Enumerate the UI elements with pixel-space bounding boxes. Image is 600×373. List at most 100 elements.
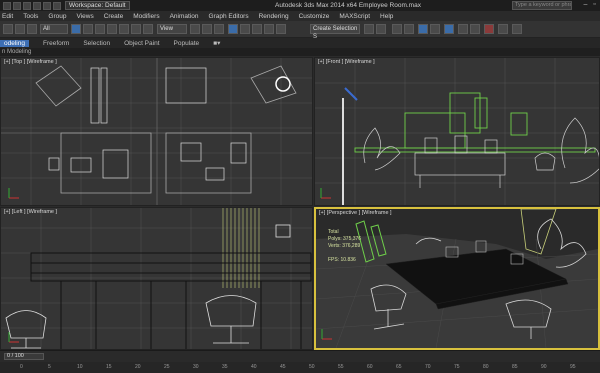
statistics-overlay: Total Polys: 375,376 Verts: 376,289 FPS:…: [328, 229, 361, 264]
tick-label: 70: [425, 364, 431, 370]
viewport-perspective-label[interactable]: [+] [Perspective ] [Wireframe ]: [319, 210, 392, 216]
pivot-center-icon[interactable]: [190, 24, 200, 34]
menu-tools[interactable]: Tools: [23, 13, 38, 20]
time-slider[interactable]: 0 / 100: [4, 353, 44, 360]
search-input[interactable]: Type a keyword or phrase: [512, 1, 572, 10]
menu-help[interactable]: Help: [380, 13, 393, 20]
tick-label: 95: [570, 364, 576, 370]
tick-label: 45: [280, 364, 286, 370]
link-icon[interactable]: [15, 24, 25, 34]
new-file-icon[interactable]: [13, 1, 21, 10]
tick-label: 15: [106, 364, 112, 370]
viewport-front[interactable]: [+] [Front ] [Wireframe ]: [314, 57, 600, 206]
stats-total-label: Total: [328, 229, 339, 235]
edit-named-selection-icon[interactable]: [276, 24, 286, 34]
open-file-icon[interactable]: [23, 1, 31, 10]
tab-object-paint[interactable]: Object Paint: [124, 40, 173, 47]
rect-selection-icon[interactable]: [95, 24, 105, 34]
select-by-name-icon[interactable]: [83, 24, 93, 34]
window-crossing-icon[interactable]: [107, 24, 117, 34]
tab-freeform[interactable]: Freeform: [43, 40, 83, 47]
tick-label: 50: [309, 364, 315, 370]
tick-label: 65: [396, 364, 402, 370]
menu-animation[interactable]: Animation: [170, 13, 199, 20]
undo-icon[interactable]: [43, 1, 51, 10]
render-setup-icon[interactable]: [458, 24, 468, 34]
redo-icon[interactable]: [53, 1, 61, 10]
scale-icon[interactable]: [143, 24, 153, 34]
stats-fps-value: 10.836: [340, 257, 356, 263]
render-iterative-icon[interactable]: [498, 24, 508, 34]
snaps-toggle-icon[interactable]: [228, 24, 238, 34]
tick-label: 80: [483, 364, 489, 370]
mirror-icon[interactable]: [364, 24, 374, 34]
tick-label: 5: [48, 364, 51, 370]
viewport-top-label[interactable]: [+] [Top ] [Wireframe ]: [4, 59, 57, 65]
stats-verts-label: Verts:: [328, 243, 341, 249]
align-icon[interactable]: [376, 24, 386, 34]
tab-populate[interactable]: Populate: [174, 40, 214, 47]
menu-views[interactable]: Views: [76, 13, 93, 20]
viewport-top[interactable]: [+] [Top ] [Wireframe ]: [0, 57, 313, 206]
tab-modeling[interactable]: odeling: [0, 39, 29, 47]
tab-selection[interactable]: Selection: [83, 40, 124, 47]
named-selection-dropdown[interactable]: Create Selection S: [310, 24, 360, 40]
viewport-left-label[interactable]: [+] [Left ] [Wireframe ]: [4, 209, 57, 215]
selection-filter-dropdown[interactable]: All: [40, 24, 68, 34]
activeshade-icon[interactable]: [512, 24, 522, 34]
viewport-perspective[interactable]: [+] [Perspective ] [Wireframe ] Total Po…: [314, 207, 600, 350]
tick-label: 40: [251, 364, 257, 370]
tick-label: 60: [367, 364, 373, 370]
stats-fps-label: FPS:: [328, 257, 340, 263]
rotate-icon[interactable]: [131, 24, 141, 34]
save-file-icon[interactable]: [33, 1, 41, 10]
spinner-snap-icon[interactable]: [264, 24, 274, 34]
tick-label: 25: [164, 364, 170, 370]
window-title: Autodesk 3ds Max 2014 x64 Employee Room.…: [275, 2, 421, 9]
minimize-button[interactable]: –: [582, 1, 589, 9]
curve-editor-icon[interactable]: [418, 24, 428, 34]
menu-maxscript[interactable]: MAXScript: [339, 13, 370, 20]
undo-button[interactable]: [3, 24, 13, 34]
top-view-wireframe: [1, 58, 312, 205]
layer-manager-icon[interactable]: [392, 24, 402, 34]
reference-coord-dropdown[interactable]: View: [157, 24, 187, 34]
ribbon-options-icon[interactable]: ■▾: [213, 39, 234, 47]
viewport-front-label[interactable]: [+] [Front ] [Wireframe ]: [318, 59, 375, 65]
angle-snap-icon[interactable]: [240, 24, 250, 34]
menu-group[interactable]: Group: [48, 13, 66, 20]
schematic-view-icon[interactable]: [430, 24, 440, 34]
menu-create[interactable]: Create: [104, 13, 124, 20]
workspace-dropdown[interactable]: Workspace: Default: [65, 1, 130, 10]
maximize-button[interactable]: ▫: [591, 1, 598, 9]
title-bar: Workspace: Default Autodesk 3ds Max 2014…: [0, 0, 600, 11]
percent-snap-icon[interactable]: [252, 24, 262, 34]
tick-label: 20: [135, 364, 141, 370]
tick-label: 55: [338, 364, 344, 370]
ribbon-toggle-icon[interactable]: [404, 24, 414, 34]
unlink-icon[interactable]: [27, 24, 37, 34]
select-object-icon[interactable]: [71, 24, 81, 34]
menu-edit[interactable]: Edit: [2, 13, 13, 20]
menu-customize[interactable]: Customize: [299, 13, 330, 20]
render-production-icon[interactable]: [484, 24, 494, 34]
tick-label: 0: [20, 364, 23, 370]
ribbon-panel-label: n Modeling: [0, 48, 600, 56]
viewport-left[interactable]: [+] [Left ] [Wireframe ]: [0, 207, 313, 350]
move-icon[interactable]: [119, 24, 129, 34]
manipulate-icon[interactable]: [202, 24, 212, 34]
tick-label: 10: [77, 364, 83, 370]
material-editor-icon[interactable]: [444, 24, 454, 34]
menu-rendering[interactable]: Rendering: [259, 13, 289, 20]
keyboard-shortcut-icon[interactable]: [214, 24, 224, 34]
stats-polys-value: 375,376: [343, 236, 362, 242]
front-view-wireframe: [315, 58, 599, 205]
menu-graph-editors[interactable]: Graph Editors: [209, 13, 249, 20]
tick-label: 30: [193, 364, 199, 370]
menu-modifiers[interactable]: Modifiers: [133, 13, 159, 20]
app-menu-icon[interactable]: [3, 1, 11, 10]
tick-label: 35: [222, 364, 228, 370]
tick-label: 90: [541, 364, 547, 370]
track-bar[interactable]: 0 5 10 15 20 25 30 35 40 45 50 55 60 65 …: [0, 362, 600, 373]
rendered-frame-window-icon[interactable]: [470, 24, 480, 34]
